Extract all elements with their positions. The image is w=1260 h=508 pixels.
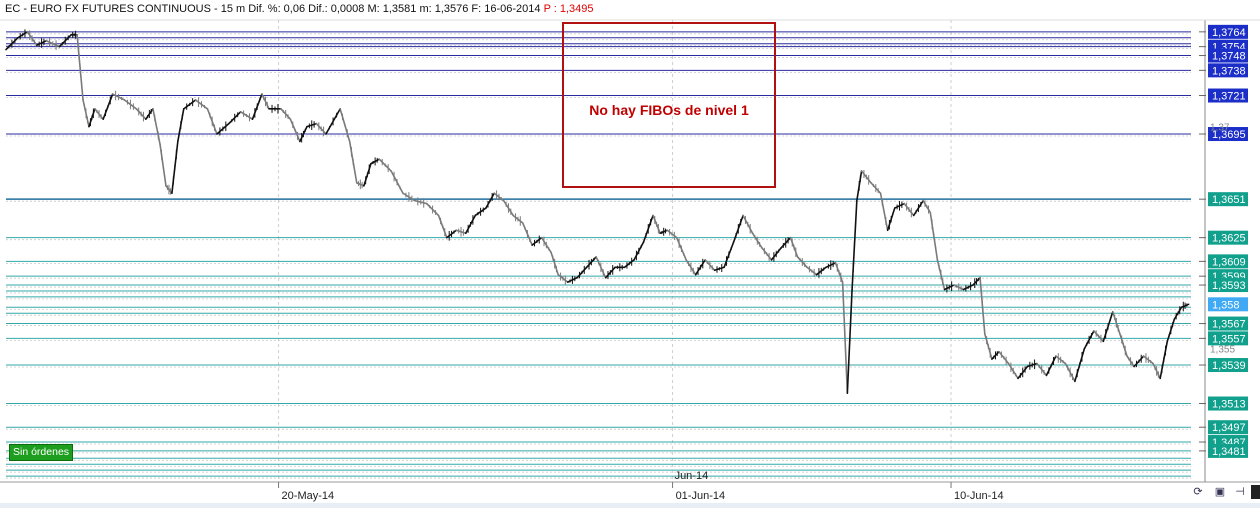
level-label: 1,3593 (1212, 280, 1246, 292)
level-label: 1,3567 (1212, 319, 1246, 331)
level-label: 1,3497 (1212, 422, 1246, 434)
level-label: 1,3651 (1212, 194, 1246, 206)
orders-badge[interactable]: Sin órdenes (9, 444, 74, 461)
level-label: 1,3513 (1212, 399, 1246, 411)
level-label: 1,3481 (1212, 446, 1246, 458)
save-icon[interactable]: ▣ (1212, 485, 1228, 499)
level-label: 1,3748 (1212, 51, 1246, 63)
pin-icon[interactable]: ⊣ (1232, 485, 1248, 499)
scale-tick-label: 1,37 (1210, 123, 1230, 134)
horizontal-scrollbar[interactable] (0, 503, 1260, 508)
x-tick-label: 01-Jun-14 (676, 490, 726, 502)
level-label: 1,3764 (1212, 27, 1246, 39)
month-marker-label: Jun-14 (675, 470, 709, 482)
level-label: 1,3609 (1212, 256, 1246, 268)
scale-tick-label: 1,355 (1210, 345, 1235, 356)
level-label: 1,3721 (1212, 91, 1246, 103)
x-tick-label: 10-Jun-14 (954, 490, 1004, 502)
x-tick-label: 20-May-14 (282, 490, 335, 502)
level-label: 1,3738 (1212, 65, 1246, 77)
level-label: 1,3625 (1212, 233, 1246, 245)
level-label: 1,3539 (1212, 360, 1246, 372)
fibo-annotation-text: No hay FIBOs de nivel 1 (589, 102, 749, 118)
level-label: 1,3557 (1212, 333, 1246, 345)
side-panel-toggle[interactable] (1251, 485, 1260, 499)
fibo-annotation-box: No hay FIBOs de nivel 1 (562, 22, 776, 188)
refresh-icon[interactable]: ⟳ (1190, 485, 1206, 499)
current-price-label: 1,358 (1212, 299, 1240, 311)
